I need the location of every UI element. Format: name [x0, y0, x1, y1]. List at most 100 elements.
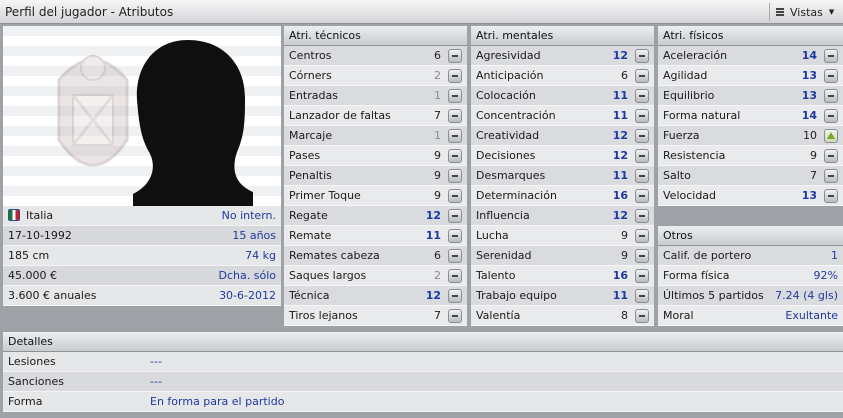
- attribute-trend-button[interactable]: [448, 148, 462, 163]
- attribute-trend-button[interactable]: [635, 68, 649, 83]
- other-row-moral: Moral Exultante: [658, 306, 843, 326]
- attribute-trend-button[interactable]: [824, 48, 838, 63]
- attribute-value: 6: [621, 69, 628, 82]
- attribute-row-concentracion: Concentración 11: [471, 106, 654, 126]
- attribute-trend-button[interactable]: [448, 68, 462, 83]
- other-label: Calif. de portero: [663, 249, 752, 262]
- birthdate-row: 17-10-1992 15 años: [3, 226, 281, 246]
- other-row-calif-de-portero: Calif. de portero 1: [658, 246, 843, 266]
- attribute-trend-button[interactable]: [635, 88, 649, 103]
- trend-up-icon[interactable]: [824, 128, 838, 143]
- player-silhouette-icon: [133, 40, 253, 206]
- attribute-name: Córners: [289, 69, 332, 82]
- attribute-name: Marcaje: [289, 129, 333, 142]
- attribute-trend-button[interactable]: [635, 268, 649, 283]
- attribute-trend-button[interactable]: [824, 188, 838, 203]
- attribute-trend-button[interactable]: [824, 88, 838, 103]
- weight: 74 kg: [245, 249, 276, 262]
- attribute-name: Lucha: [476, 229, 509, 242]
- attribute-name: Primer Toque: [289, 189, 361, 202]
- attribute-trend-button[interactable]: [448, 228, 462, 243]
- italy-flag-icon: [8, 209, 20, 221]
- physical-header: Atri. físicos: [658, 26, 843, 46]
- attribute-trend-button[interactable]: [635, 168, 649, 183]
- nationality-row: Italia No intern.: [3, 206, 281, 226]
- attribute-trend-button[interactable]: [635, 228, 649, 243]
- attribute-row-creatividad: Creatividad 12: [471, 126, 654, 146]
- attribute-trend-button[interactable]: [635, 248, 649, 263]
- attribute-trend-button[interactable]: [635, 148, 649, 163]
- other-label: Moral: [663, 309, 694, 322]
- attribute-value: 1: [434, 89, 441, 102]
- attribute-trend-button[interactable]: [448, 288, 462, 303]
- player-info-table: Italia No intern. 17-10-1992 15 años 185…: [3, 206, 281, 306]
- attribute-value: 9: [621, 249, 628, 262]
- details-header: Detalles: [3, 332, 843, 352]
- international-status: No intern.: [221, 209, 276, 222]
- attribute-name: Saques largos: [289, 269, 367, 282]
- attribute-trend-button[interactable]: [635, 288, 649, 303]
- attribute-row-serenidad: Serenidad 9: [471, 246, 654, 266]
- window-title: Perfil del jugador - Atributos: [5, 5, 174, 19]
- attribute-trend-button[interactable]: [635, 108, 649, 123]
- attribute-trend-button[interactable]: [448, 308, 462, 323]
- attribute-trend-button[interactable]: [448, 268, 462, 283]
- technical-attributes-panel: Atri. técnicos Centros 6 Córners 2 Entradas 1…: [284, 26, 467, 326]
- detail-value: ---: [150, 375, 162, 388]
- other-value: 7.24 (4 gls): [775, 289, 838, 302]
- attribute-value: 11: [612, 169, 628, 182]
- attribute-name: Entradas: [289, 89, 338, 102]
- attribute-row-centros: Centros 6: [284, 46, 467, 66]
- attribute-trend-button[interactable]: [448, 168, 462, 183]
- attribute-row-lanzador-de-faltas: Lanzador de faltas 7: [284, 106, 467, 126]
- attribute-value: 11: [612, 89, 628, 102]
- attribute-name: Influencia: [476, 209, 530, 222]
- attribute-trend-button[interactable]: [448, 208, 462, 223]
- attribute-value: 13: [801, 189, 817, 202]
- attribute-name: Penaltis: [289, 169, 332, 182]
- attribute-value: 8: [621, 309, 628, 322]
- attribute-trend-button[interactable]: [635, 128, 649, 143]
- attribute-trend-button[interactable]: [448, 88, 462, 103]
- wage: 3.600 € anuales: [8, 289, 97, 302]
- attribute-name: Tiros lejanos: [289, 309, 358, 322]
- attribute-row-equilibrio: Equilibrio 13: [658, 86, 843, 106]
- detail-row-forma: Forma En forma para el partido: [3, 392, 843, 412]
- other-value: 92%: [813, 269, 838, 282]
- attribute-value: 12: [612, 129, 628, 142]
- attribute-trend-button[interactable]: [635, 208, 649, 223]
- attribute-row-entradas: Entradas 1: [284, 86, 467, 106]
- attribute-trend-button[interactable]: [635, 308, 649, 323]
- attribute-trend-button[interactable]: [635, 48, 649, 63]
- preferred-foot: Dcha. sólo: [218, 269, 276, 282]
- attribute-trend-button[interactable]: [448, 108, 462, 123]
- attribute-row-fuerza: Fuerza 10: [658, 126, 843, 146]
- market-value: 45.000 €: [8, 269, 57, 282]
- attribute-trend-button[interactable]: [448, 128, 462, 143]
- attribute-row-tiros-lejanos: Tiros lejanos 7: [284, 306, 467, 326]
- attribute-value: 12: [612, 49, 628, 62]
- player-photo-panel: [3, 26, 281, 206]
- attribute-value: 9: [434, 189, 441, 202]
- attribute-trend-button[interactable]: [448, 48, 462, 63]
- attribute-row-penaltis: Penaltis 9: [284, 166, 467, 186]
- attribute-name: Equilibrio: [663, 89, 715, 102]
- attribute-trend-button[interactable]: [635, 188, 649, 203]
- height: 185 cm: [8, 249, 50, 262]
- attribute-trend-button[interactable]: [824, 148, 838, 163]
- attribute-trend-button[interactable]: [824, 68, 838, 83]
- attribute-trend-button[interactable]: [824, 108, 838, 123]
- detail-row-sanciones: Sanciones ---: [3, 372, 843, 392]
- attribute-trend-button[interactable]: [824, 168, 838, 183]
- attribute-trend-button[interactable]: [448, 248, 462, 263]
- attribute-value: 12: [612, 209, 628, 222]
- attribute-value: 7: [434, 309, 441, 322]
- attribute-trend-button[interactable]: [448, 188, 462, 203]
- attribute-value: 6: [434, 49, 441, 62]
- attribute-value: 14: [801, 49, 817, 62]
- attribute-row-talento: Talento 16: [471, 266, 654, 286]
- other-label: Forma física: [663, 269, 730, 282]
- views-menu-button[interactable]: Vistas ▼: [769, 3, 837, 21]
- chevron-down-icon: ▼: [828, 8, 835, 16]
- value-row: 45.000 € Dcha. sólo: [3, 266, 281, 286]
